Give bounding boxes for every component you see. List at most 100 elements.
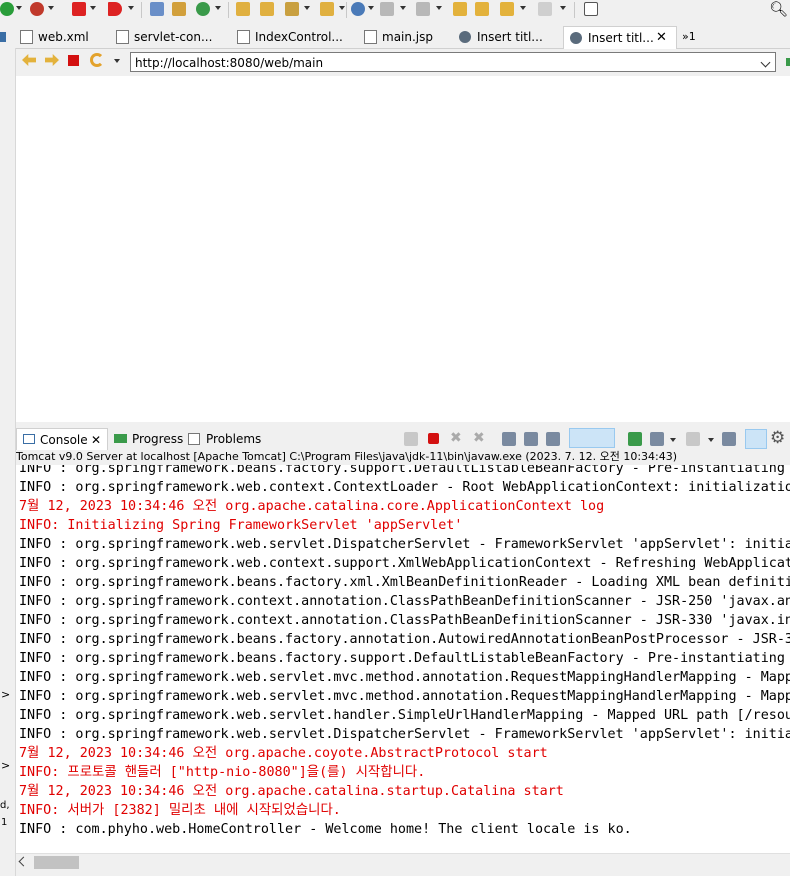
jsp-file-icon [364,30,377,44]
run-external-icon[interactable] [108,2,122,16]
pin-console-icon[interactable] [628,432,642,446]
prev-annotation-dropdown-icon[interactable] [436,6,442,10]
external-dropdown-icon[interactable] [128,6,134,10]
search-icon[interactable]: 🔍︎ [769,0,788,18]
browser-refresh-dropdown-icon[interactable] [114,59,120,63]
problems-icon [188,433,200,445]
console-icon [23,434,35,444]
tab-insert-title-active[interactable]: Insert titl... ✕ [563,26,677,49]
forward-edit-icon[interactable] [475,2,489,16]
display-console-icon[interactable] [650,432,664,446]
console-line: INFO : org.springframework.beans.factory… [19,632,790,647]
close-tab-icon[interactable]: ✕ [656,27,667,49]
forward-icon[interactable] [538,2,552,16]
go-button[interactable] [786,58,790,66]
scrollbar-thumb[interactable] [34,856,79,869]
prev-annotation-icon[interactable] [416,2,430,16]
word-wrap-icon[interactable] [546,432,560,446]
open-console-icon[interactable] [686,432,700,446]
new-class-dropdown-icon[interactable] [215,6,221,10]
console-line: INFO : org.springframework.web.servlet.D… [19,537,790,552]
terminate-icon[interactable] [428,433,439,444]
link-with-editor-toggle[interactable] [745,429,767,449]
console-line: INFO : org.springframework.web.servlet.h… [19,708,790,723]
clear-console-icon[interactable] [502,432,516,446]
left-gutter-mark: 1 [1,817,8,828]
folder-dropdown-icon[interactable] [339,6,345,10]
console-line: INFO : org.springframework.web.servlet.m… [19,670,790,685]
open-folder-icon[interactable] [320,2,334,16]
console-output[interactable]: INFO : org.springframework.beans.factory… [16,465,790,853]
pin-editor-icon[interactable] [584,2,598,16]
last-edit-location-icon[interactable] [453,2,467,16]
browser-stop-icon[interactable] [68,55,79,66]
run-icon[interactable] [0,2,14,16]
debug-dropdown-icon[interactable] [48,6,54,10]
browser-back-icon[interactable] [22,54,36,66]
tab-overflow-button[interactable]: »1 [682,26,706,48]
left-panel-edge: > > d, 1 [0,48,16,876]
search-wand-icon[interactable] [285,2,299,16]
next-annotation-dropdown-icon[interactable] [400,6,406,10]
remove-launch-icon[interactable]: ✖ [450,430,462,446]
tab-console[interactable]: Console ✕ [16,428,108,450]
progress-icon [114,434,127,443]
browser-refresh-icon[interactable] [90,53,104,67]
tab-web-xml[interactable]: web.xml [20,26,112,48]
tab-problems[interactable]: Problems [188,428,268,450]
java-file-icon [237,30,250,44]
open-task-icon[interactable] [260,2,274,16]
back-dropdown-icon[interactable] [520,6,526,10]
open-console-dropdown-icon[interactable] [708,438,714,442]
globe-toolbar-icon[interactable] [351,2,365,16]
search-dropdown-icon[interactable] [304,6,310,10]
browser-content [16,76,790,422]
globe-icon [570,32,582,44]
horizontal-scrollbar[interactable] [16,853,790,871]
url-input[interactable]: http://localhost:8080/web/main [130,52,776,72]
new-java-project-icon[interactable] [150,2,164,16]
tab-index-controller[interactable]: IndexControl... [237,26,365,48]
xml-file-icon [116,30,129,44]
console-line: INFO : org.springframework.web.context.C… [19,480,790,495]
tab-progress[interactable]: Progress [114,428,184,450]
console-line: INFO : org.springframework.beans.factory… [19,465,790,476]
console-line: INFO: 프로토콜 핸들러 ["http-nio-8080"]을(를) 시작합… [19,765,426,780]
globe-icon [459,31,471,43]
forward-dropdown-icon[interactable] [560,6,566,10]
console-line: 7월 12, 2023 10:34:46 오전 org.apache.catal… [19,784,564,799]
stop-dropdown-icon[interactable] [90,6,96,10]
display-console-dropdown-icon[interactable] [670,438,676,442]
new-package-icon[interactable] [172,2,186,16]
console-line: INFO: 서버가 [2382] 밀리초 내에 시작되었습니다. [19,803,341,818]
next-annotation-icon[interactable] [380,2,394,16]
remove-all-launches-icon[interactable]: ✖ [473,430,485,446]
tab-main-jsp[interactable]: main.jsp [364,26,456,48]
console-line: 7월 12, 2023 10:34:46 오전 org.apache.coyot… [19,746,548,761]
left-gutter-mark: > [1,759,11,772]
browser-forward-icon[interactable] [45,54,59,66]
back-icon[interactable] [500,2,514,16]
console-line: INFO: Initializing Spring FrameworkServl… [19,518,463,533]
stop-server-icon[interactable] [72,2,86,16]
settings-gear-icon[interactable]: ⚙ [770,428,785,448]
globe-dropdown-icon[interactable] [368,6,374,10]
tab-servlet-context[interactable]: servlet-con... [116,26,234,48]
console-line: INFO : org.springframework.web.servlet.m… [19,689,790,704]
open-type-icon[interactable] [236,2,250,16]
run-dropdown-icon[interactable] [16,6,22,10]
show-console-toggle[interactable] [569,428,615,448]
copy-icon[interactable] [722,432,736,446]
console-line: 7월 12, 2023 10:34:46 오전 org.apache.catal… [19,499,605,514]
debug-icon[interactable] [30,2,44,16]
main-toolbar: 🔍︎ [0,0,790,20]
left-gutter-mark: > [1,688,11,701]
restart-icon[interactable] [404,432,418,446]
console-line: INFO : org.springframework.web.context.s… [19,556,790,571]
editor-tab-bar: web.xml servlet-con... IndexControl... m… [0,26,790,49]
close-console-icon[interactable]: ✕ [91,429,101,451]
tab-insert-title-1[interactable]: Insert titl... [459,26,563,48]
new-class-icon[interactable] [196,2,210,16]
scroll-left-icon[interactable] [18,856,29,867]
scroll-lock-icon[interactable] [524,432,538,446]
